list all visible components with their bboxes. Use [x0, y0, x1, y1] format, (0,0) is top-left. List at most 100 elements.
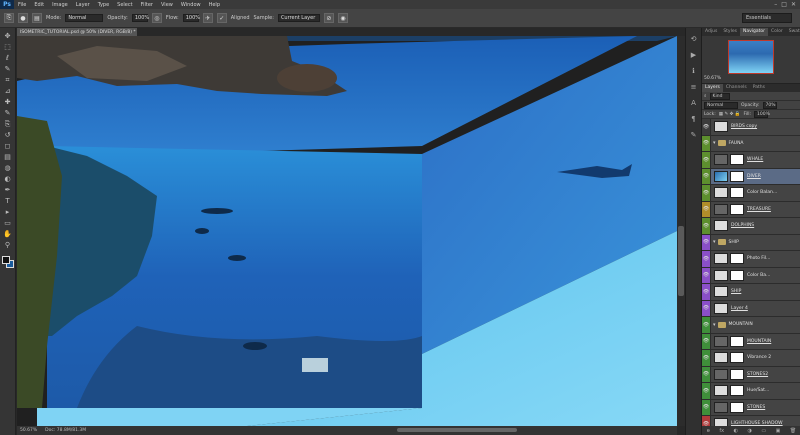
visibility-eye-icon[interactable]: 👁 — [702, 119, 711, 135]
layer-thumbnail[interactable] — [714, 352, 728, 364]
tab-color[interactable]: Color — [768, 28, 786, 36]
visibility-eye-icon[interactable]: 👁 — [702, 152, 711, 168]
brush-preset-icon[interactable]: ● — [18, 13, 28, 23]
menu-window[interactable]: Window — [177, 2, 205, 8]
visibility-eye-icon[interactable]: 👁 — [702, 185, 711, 201]
lock-icons[interactable]: ▦ ✎ ✥ 🔒 — [719, 112, 741, 117]
menu-help[interactable]: Help — [205, 2, 224, 8]
opacity-input[interactable]: 100% — [131, 14, 149, 22]
new-layer-icon[interactable]: ▣ — [776, 428, 781, 434]
layer-mask-thumbnail[interactable] — [730, 203, 744, 215]
layer-thumbnail[interactable] — [714, 154, 728, 166]
layer-row[interactable]: 👁 BIRDS copy — [702, 119, 800, 136]
layer-thumbnail[interactable] — [714, 187, 728, 199]
layer-thumbnail[interactable] — [714, 368, 728, 380]
brush-panel-icon[interactable]: ✎ — [689, 130, 699, 140]
actions-icon[interactable]: ▶ — [689, 50, 699, 60]
visibility-eye-icon[interactable]: 👁 — [702, 333, 711, 349]
layer-row[interactable]: 👁 Vibrance 2 — [702, 350, 800, 367]
ignore-adjustment-icon[interactable]: ⊘ — [323, 13, 334, 23]
tab-styles[interactable]: Styles — [720, 28, 740, 36]
tab-layers[interactable]: Layers — [702, 84, 723, 92]
eyedropper-icon[interactable]: ⊿ — [3, 87, 13, 96]
layer-mask-thumbnail[interactable] — [730, 368, 744, 380]
layer-thumbnail[interactable] — [714, 286, 728, 298]
layer-thumbnail[interactable] — [714, 401, 728, 413]
character-icon[interactable]: A — [689, 98, 699, 108]
sample-select[interactable]: Current Layer — [277, 14, 320, 22]
navigator-zoom[interactable]: 50.67% — [704, 76, 721, 81]
layer-row[interactable]: 👁 DOLPHINS — [702, 218, 800, 235]
document-tab[interactable]: ISOMETRIC_TUTORIAL.psd @ 50% (DIVER, RGB… — [17, 28, 137, 36]
hand-icon[interactable]: ✋ — [3, 230, 13, 239]
healing-icon[interactable]: ✚ — [3, 98, 13, 107]
layer-thumbnail[interactable] — [714, 121, 728, 133]
menu-select[interactable]: Select — [113, 2, 136, 8]
layer-row[interactable]: 👁 STONES — [702, 399, 800, 416]
layer-thumbnail[interactable] — [714, 269, 728, 281]
workspace-select[interactable]: Essentials — [742, 13, 792, 23]
layer-row[interactable]: 👁 ▾ FAUNA — [702, 135, 800, 152]
pressure-size-icon[interactable]: ◉ — [337, 13, 348, 23]
layer-thumbnail[interactable] — [714, 220, 728, 232]
visibility-eye-icon[interactable]: 👁 — [702, 284, 711, 300]
horizontal-scrollbar[interactable] — [397, 428, 517, 432]
group-toggle-icon[interactable]: ▾ — [713, 140, 716, 146]
visibility-eye-icon[interactable]: 👁 — [702, 300, 711, 316]
clone-source-icon[interactable]: ▤ — [32, 13, 42, 23]
mode-select[interactable]: Normal — [65, 14, 104, 22]
layer-mask-thumbnail[interactable] — [730, 154, 744, 166]
layer-mask-thumbnail[interactable] — [730, 269, 744, 281]
paragraph-icon[interactable]: ¶ — [689, 114, 699, 124]
layer-row[interactable]: 👁 Layer 4 — [702, 300, 800, 317]
layer-row[interactable]: 👁 STONES2 — [702, 366, 800, 383]
layer-mask-thumbnail[interactable] — [730, 335, 744, 347]
zoom-level[interactable]: 50.67% — [20, 428, 37, 433]
navigator-preview[interactable] — [728, 40, 774, 74]
tab-swatc[interactable]: Swatc — [786, 28, 800, 36]
vertical-scroll-thumb[interactable] — [678, 226, 684, 296]
kind-filter-select[interactable]: Kind — [709, 92, 730, 100]
tab-paths[interactable]: Paths — [750, 84, 768, 92]
foreground-color[interactable] — [1, 256, 10, 264]
layer-row[interactable]: 👁 Hue/Sat... — [702, 383, 800, 400]
maximize-icon[interactable]: □ — [781, 1, 787, 8]
layer-row[interactable]: 👁 MOUNTAIN — [702, 333, 800, 350]
pen-icon[interactable]: ✒ — [3, 186, 13, 195]
marquee-icon[interactable]: ⬚ — [3, 43, 13, 52]
pressure-opacity-icon[interactable]: ◎ — [151, 13, 162, 23]
menu-file[interactable]: File — [14, 2, 30, 8]
blend-mode-select[interactable]: Normal — [704, 101, 738, 109]
fx-icon[interactable]: fx — [719, 428, 724, 434]
layer-mask-thumbnail[interactable] — [730, 187, 744, 199]
visibility-eye-icon[interactable]: 👁 — [702, 251, 711, 267]
path-select-icon[interactable]: ▸ — [3, 208, 13, 217]
menu-type[interactable]: Type — [94, 2, 113, 8]
group-toggle-icon[interactable]: ▾ — [713, 322, 716, 328]
layer-row[interactable]: 👁 Color Ba... — [702, 267, 800, 284]
layer-mask-thumbnail[interactable] — [730, 385, 744, 397]
properties-icon[interactable]: ≡ — [689, 82, 699, 92]
menu-view[interactable]: View — [157, 2, 177, 8]
clone-stamp-tool-icon[interactable]: ⎘ — [4, 13, 14, 23]
add-mask-icon[interactable]: ◐ — [734, 428, 738, 434]
aligned-checkbox[interactable]: ✓ — [216, 13, 227, 23]
airbrush-icon[interactable]: ✈ — [202, 13, 213, 23]
menu-edit[interactable]: Edit — [30, 2, 48, 8]
shape-icon[interactable]: ▭ — [3, 219, 13, 228]
layer-row[interactable]: 👁 ▾ SHIP — [702, 234, 800, 251]
layer-thumbnail[interactable] — [714, 253, 728, 265]
layer-mask-thumbnail[interactable] — [730, 352, 744, 364]
visibility-eye-icon[interactable]: 👁 — [702, 317, 711, 333]
visibility-eye-icon[interactable]: 👁 — [702, 234, 711, 250]
minimize-icon[interactable]: – — [774, 1, 777, 8]
visibility-eye-icon[interactable]: 👁 — [702, 350, 711, 366]
quick-select-icon[interactable]: ✎ — [3, 65, 13, 74]
layer-thumbnail[interactable] — [714, 203, 728, 215]
lasso-icon[interactable]: ℓ — [3, 54, 13, 63]
layer-thumbnail[interactable] — [714, 302, 728, 314]
visibility-eye-icon[interactable]: 👁 — [702, 267, 711, 283]
layer-row[interactable]: 👁 WHALE — [702, 152, 800, 169]
color-swatches[interactable] — [1, 256, 14, 268]
layer-row[interactable]: 👁 DIVER — [702, 168, 800, 185]
